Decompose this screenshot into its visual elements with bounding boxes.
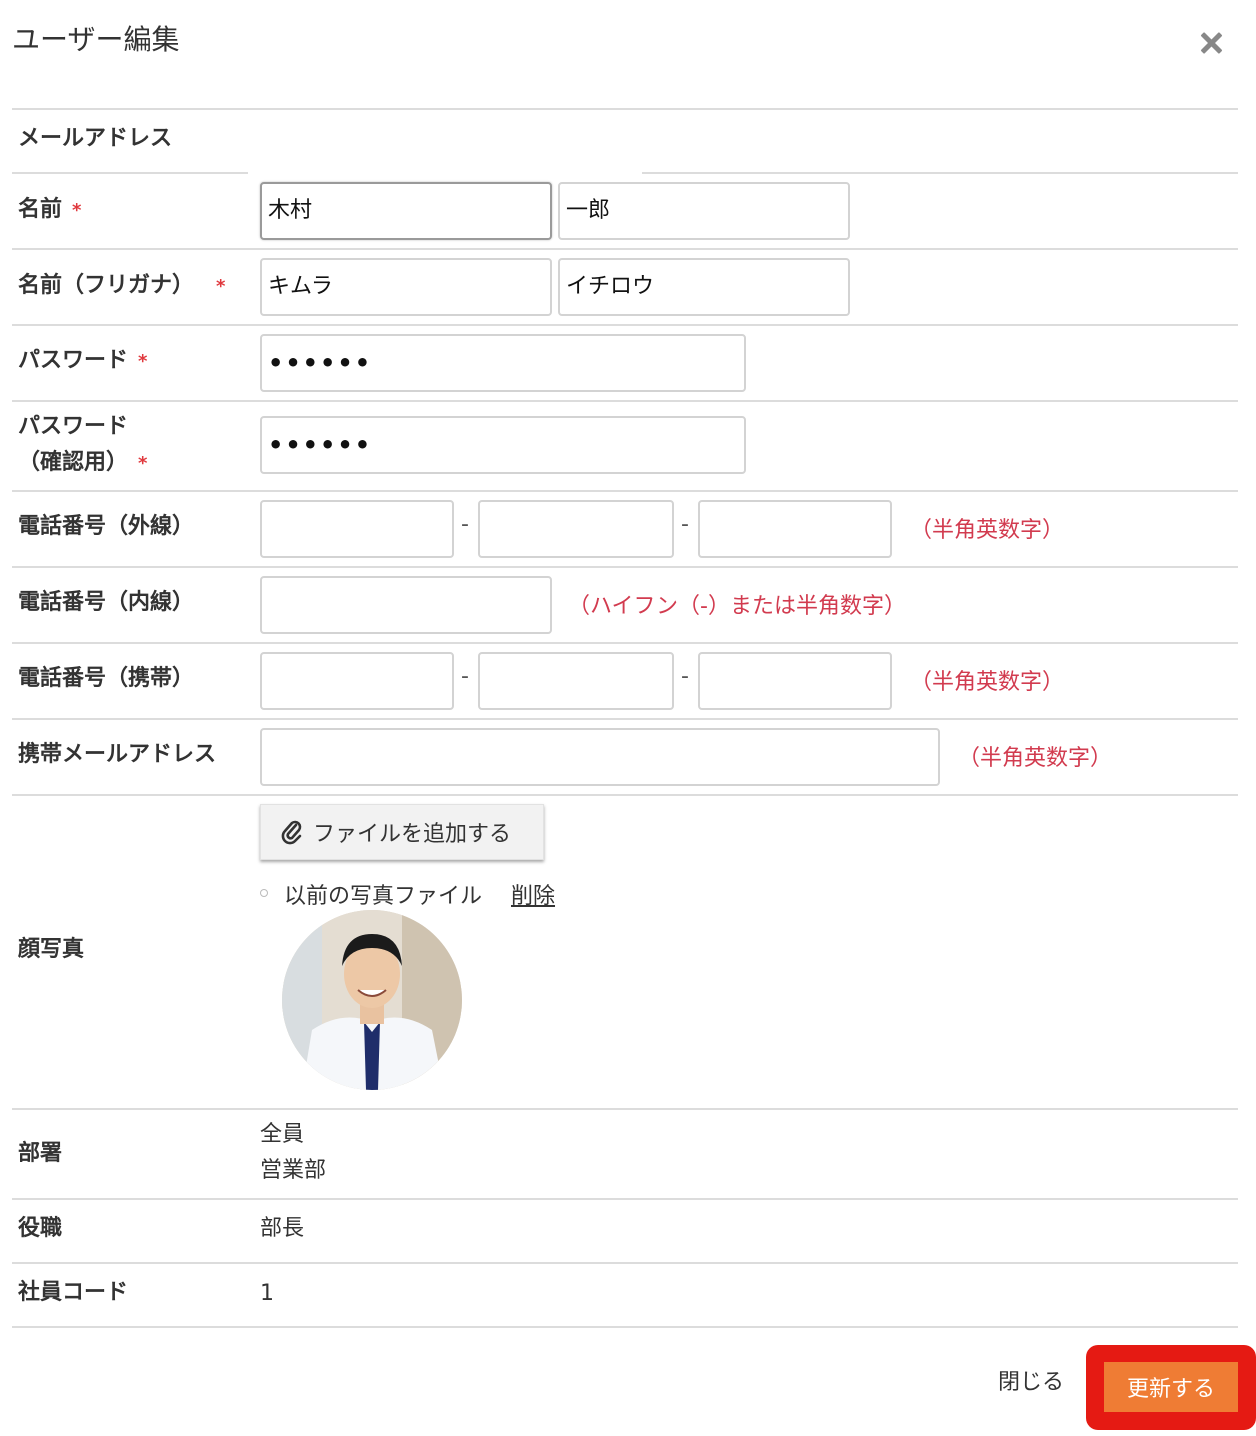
- divider: [12, 794, 1238, 796]
- position-value: 部長: [260, 1216, 305, 1241]
- phone-mobile-label: 電話番号（携帯）: [18, 666, 195, 691]
- divider: [12, 490, 1238, 492]
- profile-photo: [282, 910, 462, 1090]
- department-label: 部署: [18, 1141, 63, 1166]
- position-label: 役職: [18, 1216, 63, 1241]
- phone-external-part2[interactable]: [478, 500, 674, 558]
- password-label: パスワード *: [18, 348, 148, 373]
- dash: -: [461, 512, 469, 537]
- phone-internal-input[interactable]: [260, 576, 552, 634]
- delete-photo-link[interactable]: 削除: [511, 878, 555, 910]
- password-confirm-label-line1: パスワード: [18, 414, 129, 439]
- required-mark: *: [216, 276, 226, 297]
- dialog-title: ユーザー編集: [12, 23, 180, 56]
- alnum-hint: （半角英数字）: [910, 670, 1065, 695]
- phone-mobile-part1[interactable]: [260, 652, 454, 710]
- department-value: 営業部: [260, 1158, 327, 1183]
- employee-code-label: 社員コード: [18, 1280, 129, 1305]
- name-label: 名前 *: [18, 197, 82, 222]
- close-button[interactable]: 閉じる: [998, 1364, 1064, 1396]
- email-label: メールアドレス: [18, 126, 173, 151]
- divider: [12, 1198, 1238, 1200]
- last-name-kana-input[interactable]: キムラ: [260, 258, 552, 316]
- internal-hint: （ハイフン（-）または半角数字）: [568, 594, 906, 619]
- divider: [12, 1262, 1238, 1264]
- phone-external-part3[interactable]: [698, 500, 892, 558]
- alnum-hint: （半角英数字）: [910, 518, 1065, 543]
- required-mark: *: [138, 351, 148, 372]
- phone-internal-label: 電話番号（内線）: [18, 590, 195, 615]
- last-name-input[interactable]: 木村: [260, 182, 552, 240]
- divider: [12, 324, 1238, 326]
- password-confirm-input[interactable]: ••••••: [260, 416, 746, 474]
- close-icon[interactable]: [1195, 28, 1227, 60]
- dash: -: [681, 512, 689, 537]
- divider: [12, 248, 1238, 250]
- first-name-input[interactable]: 一郎: [558, 182, 850, 240]
- divider: [12, 1326, 1238, 1328]
- divider: [12, 400, 1238, 402]
- divider: [12, 172, 248, 174]
- divider: [12, 718, 1238, 720]
- divider: [12, 566, 1238, 568]
- previous-photo-label: 以前の写真ファイル: [284, 884, 483, 909]
- dash: -: [461, 664, 469, 689]
- department-value: 全員: [260, 1122, 305, 1147]
- update-button[interactable]: 更新する: [1104, 1362, 1238, 1412]
- divider: [12, 108, 1238, 110]
- divider: [642, 172, 1238, 174]
- first-name-kana-input[interactable]: イチロウ: [558, 258, 850, 316]
- dash: -: [681, 664, 689, 689]
- password-input[interactable]: ••••••: [260, 334, 746, 392]
- alnum-hint: （半角英数字）: [958, 746, 1113, 771]
- password-confirm-label-line2: （確認用） *: [18, 450, 148, 475]
- bullet: [260, 889, 268, 897]
- required-mark: *: [138, 453, 148, 474]
- required-mark: *: [72, 200, 82, 221]
- mobile-email-input[interactable]: [260, 728, 940, 786]
- phone-external-part1[interactable]: [260, 500, 454, 558]
- add-file-label: ファイルを追加する: [313, 822, 512, 847]
- add-file-button[interactable]: ファイルを追加する: [260, 804, 544, 860]
- divider: [12, 642, 1238, 644]
- phone-mobile-part3[interactable]: [698, 652, 892, 710]
- paperclip-icon: [281, 819, 303, 845]
- photo-label: 顔写真: [18, 937, 85, 962]
- mobile-email-label: 携帯メールアドレス: [18, 742, 217, 767]
- employee-code-value: 1: [260, 1281, 274, 1306]
- phone-external-label: 電話番号（外線）: [18, 514, 195, 539]
- divider: [12, 1108, 1238, 1110]
- furigana-label: 名前（フリガナ） *: [18, 273, 226, 298]
- phone-mobile-part2[interactable]: [478, 652, 674, 710]
